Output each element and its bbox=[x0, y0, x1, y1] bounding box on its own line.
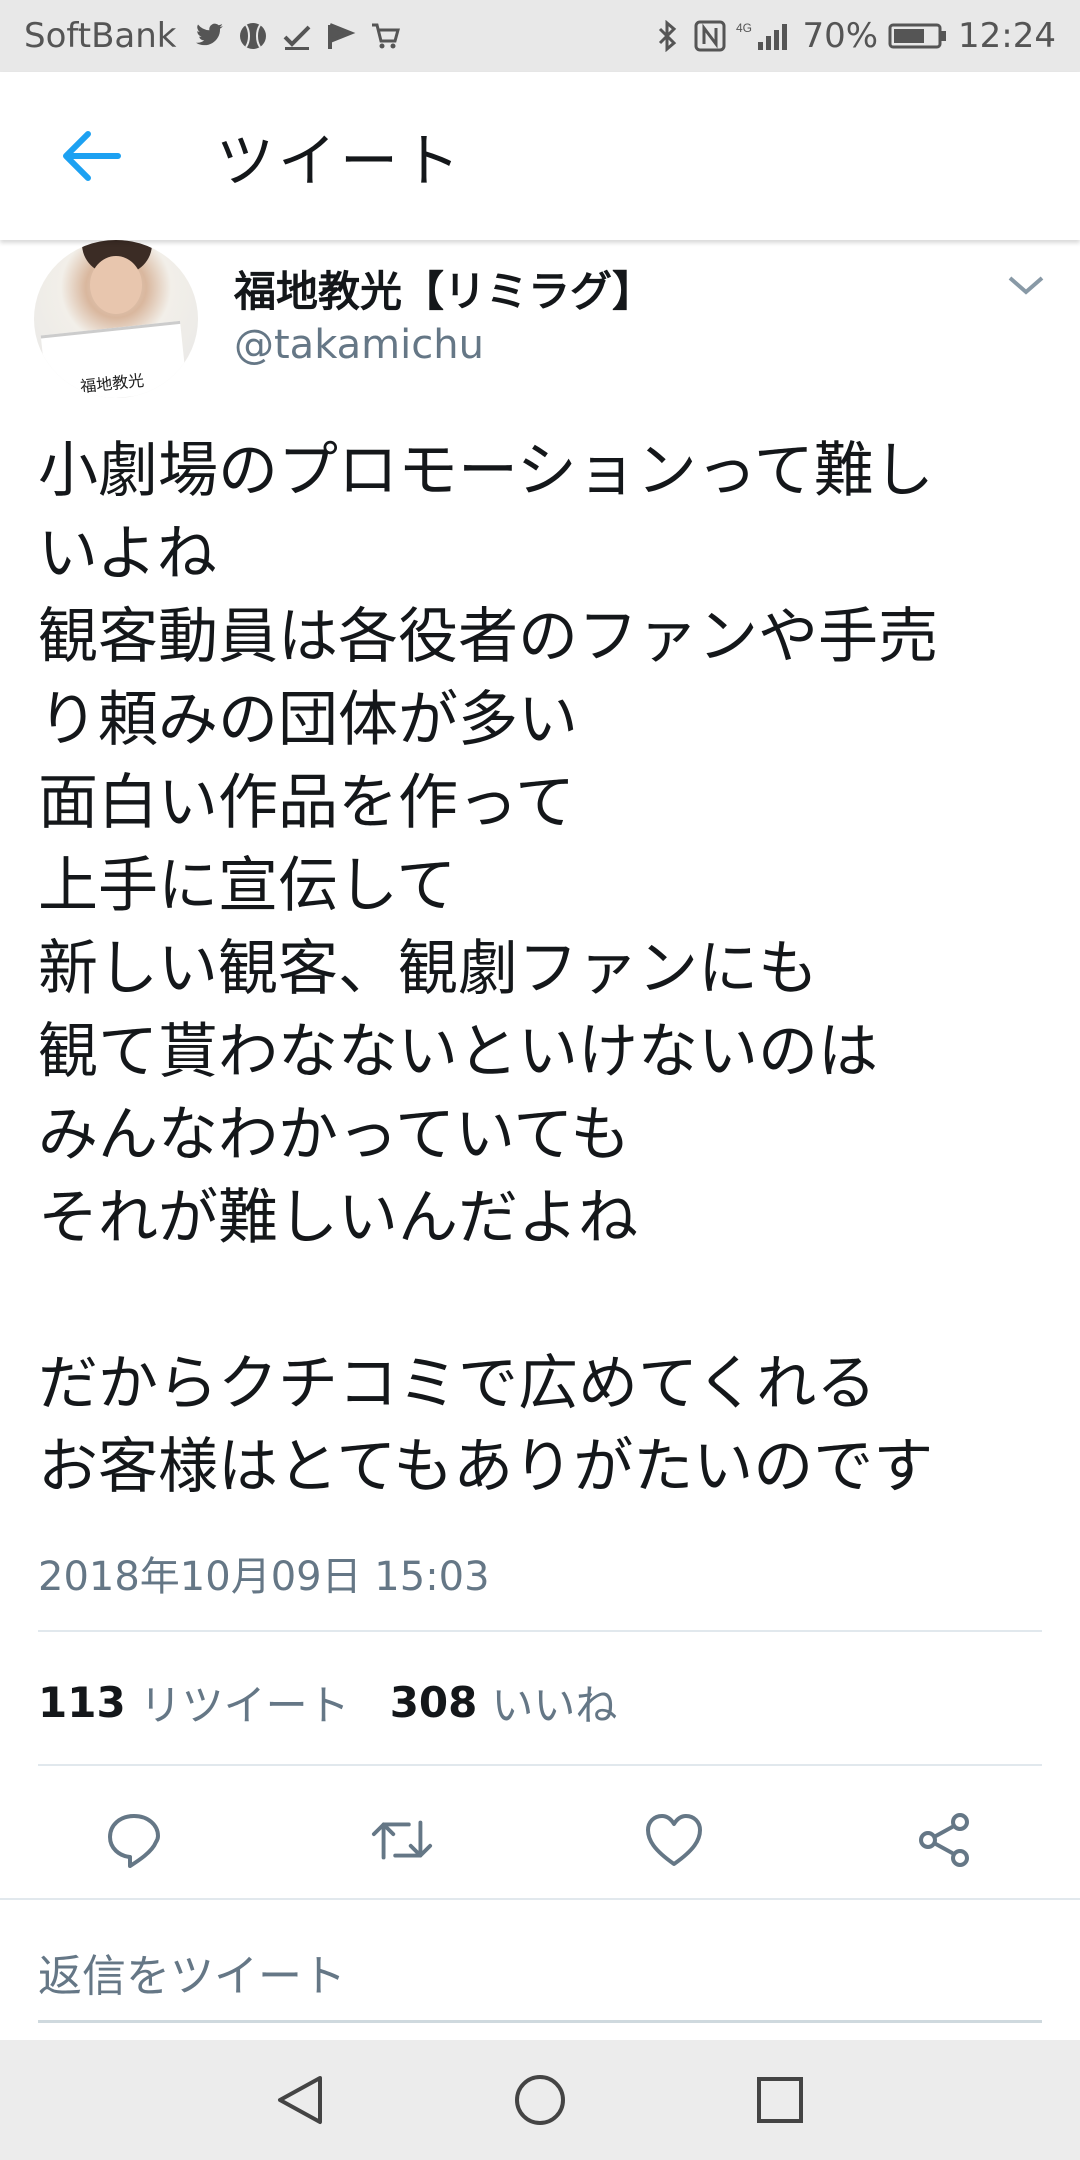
tweet-line: 上手に宣伝して bbox=[38, 851, 457, 921]
back-button[interactable] bbox=[40, 106, 140, 206]
back-triangle-icon bbox=[278, 2076, 322, 2124]
navigation-bar bbox=[0, 2040, 1080, 2160]
tweet-line: だからクチコミで広めてくれる bbox=[38, 1349, 877, 1419]
status-bar: SoftBank 4G 70% 12:24 bbox=[0, 0, 1080, 72]
divider bbox=[38, 1630, 1042, 1632]
tweet-actions bbox=[0, 1788, 1080, 1888]
tweet-line: いよね bbox=[38, 519, 217, 589]
tweet-stats: 113 リツイート 308 いいね bbox=[38, 1672, 657, 1733]
battery-percent: 70% bbox=[802, 16, 879, 56]
share-button[interactable] bbox=[912, 1808, 976, 1872]
carrier-label: SoftBank bbox=[24, 16, 177, 56]
tweet-line: 観て貰わなないといけないのは bbox=[38, 1017, 878, 1087]
tweet-line: 面白い作品を作って bbox=[38, 768, 575, 838]
tweet-line: それが難しいんだよね bbox=[38, 1183, 638, 1253]
page-title: ツイート bbox=[216, 127, 465, 195]
like-icon bbox=[646, 1814, 702, 1866]
avatar[interactable]: 福地教光 bbox=[34, 240, 198, 398]
tweet-line: お客様はとてもありがたいのです bbox=[38, 1432, 934, 1502]
tweet-timestamp: 2018年10月09日 15:03 bbox=[38, 1554, 490, 1600]
tweet-line: 新しい観客、観劇ファンにも bbox=[38, 934, 818, 1004]
network-type: 4G bbox=[736, 21, 752, 35]
retweet-count[interactable]: 113 bbox=[38, 1678, 126, 1727]
nav-back-button[interactable] bbox=[264, 2064, 336, 2136]
home-circle-icon bbox=[515, 2075, 565, 2125]
tweet-line bbox=[38, 1260, 1048, 1343]
check-icon bbox=[281, 20, 313, 52]
reply-icon bbox=[108, 1814, 160, 1868]
nav-recents-button[interactable] bbox=[744, 2064, 816, 2136]
battery-icon bbox=[888, 20, 948, 52]
tweet-line: みんなわかっていても bbox=[38, 1100, 631, 1170]
reply-input-underline bbox=[38, 2020, 1042, 2023]
display-name[interactable]: 福地教光【リミラグ】 bbox=[234, 258, 654, 319]
divider bbox=[0, 1898, 1080, 1900]
cart-icon bbox=[369, 20, 401, 52]
user-handle[interactable]: @takamichu bbox=[234, 322, 484, 368]
baseball-icon bbox=[237, 20, 269, 52]
like-button[interactable] bbox=[642, 1808, 706, 1872]
flag-icon bbox=[325, 20, 357, 52]
like-count[interactable]: 308 bbox=[390, 1678, 478, 1727]
nav-home-button[interactable] bbox=[504, 2064, 576, 2136]
signal-icon: 4G bbox=[736, 20, 792, 52]
clock-time: 12:24 bbox=[958, 16, 1056, 56]
retweet-label[interactable]: リツイート bbox=[140, 1672, 350, 1733]
tweet-line: 小劇場のプロモーションって難し bbox=[38, 436, 934, 506]
app-bar: ツイート bbox=[0, 72, 1080, 240]
tweet-body: 小劇場のプロモーションって難し いよね 観客動員は各役者のファンや手売 り頼みの… bbox=[38, 430, 1048, 1509]
reply-button[interactable] bbox=[102, 1808, 166, 1872]
reply-input[interactable]: 返信をツイート bbox=[38, 1940, 346, 2004]
back-arrow-icon bbox=[63, 131, 121, 181]
nfc-icon bbox=[694, 20, 726, 52]
recents-square-icon bbox=[757, 2077, 803, 2123]
tweet-line: 観客動員は各役者のファンや手売 bbox=[38, 602, 938, 672]
retweet-button[interactable] bbox=[370, 1808, 434, 1872]
share-icon bbox=[919, 1813, 969, 1867]
chevron-down-icon[interactable] bbox=[1004, 270, 1048, 300]
divider bbox=[38, 1764, 1042, 1766]
twitter-icon bbox=[193, 20, 225, 52]
bluetooth-icon bbox=[652, 20, 684, 52]
retweet-icon bbox=[371, 1820, 433, 1860]
like-label[interactable]: いいね bbox=[491, 1672, 617, 1733]
tweet-line: り頼みの団体が多い bbox=[38, 685, 578, 755]
